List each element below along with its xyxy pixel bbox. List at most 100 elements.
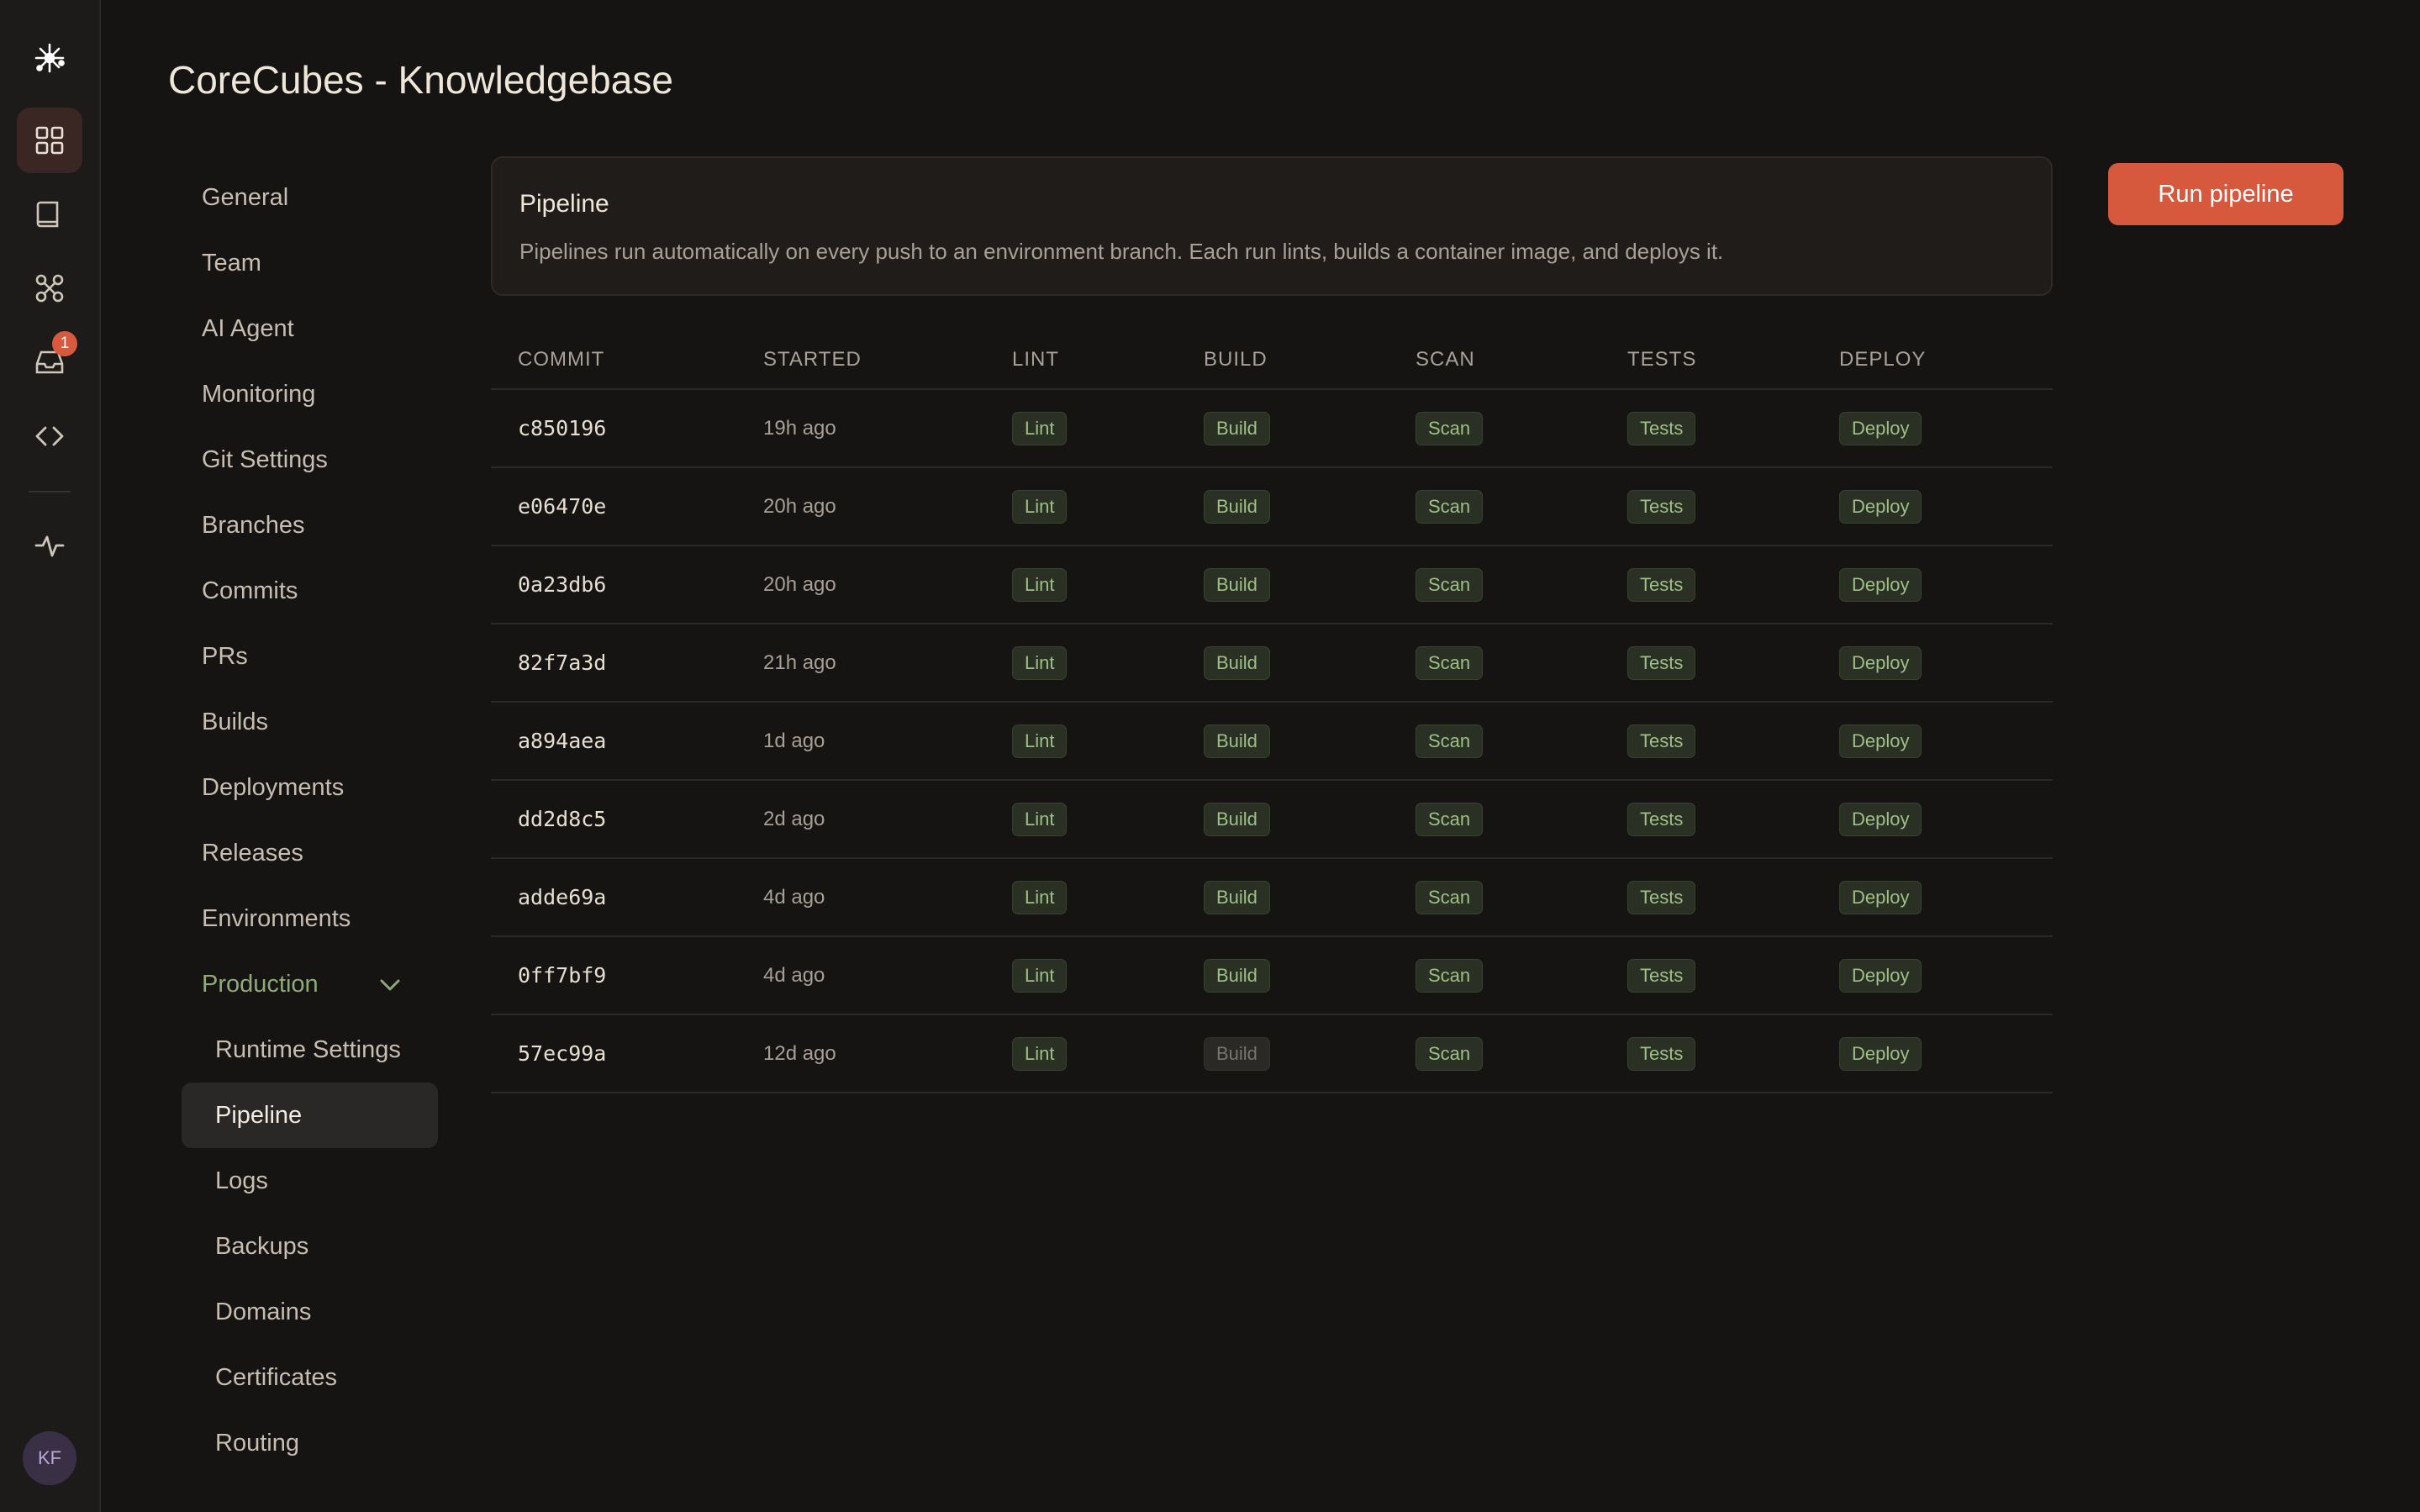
nav-item-label: Environments [202,904,351,932]
nav-item-runtime-settings[interactable]: Runtime Settings [182,1017,438,1083]
grid-icon[interactable] [17,108,82,173]
scan-status-badge: Scan [1416,645,1484,680]
scan-status-badge: Scan [1416,411,1484,445]
table-body: c850196 19h ago Lint Build Scan Tests Deploy e0… [491,390,2053,1093]
deploy-cell: Deploy [1839,859,1922,935]
scan-cell: Scan [1416,624,1484,701]
commit-hash[interactable]: dd2d8c5 [518,807,606,831]
nav-item-prs[interactable]: PRs [182,624,438,689]
nav-item-general[interactable]: General [182,165,438,230]
run-pipeline-button[interactable]: Run pipeline [2108,163,2344,225]
commit-cell: e06470e [518,468,606,545]
lint-cell: Lint [1012,937,1068,1014]
commit-cell: dd2d8c5 [518,781,606,857]
table-row[interactable]: e06470e 20h ago Lint Build Scan Tests Deploy [491,468,2053,546]
lint-cell: Lint [1012,781,1068,857]
commit-hash[interactable]: 82f7a3d [518,651,606,675]
scan-cell: Scan [1416,937,1484,1014]
scan-status-badge: Scan [1416,567,1484,602]
sparkle-logo-icon[interactable] [17,25,82,91]
nav-item-label: Team [202,249,261,277]
lint-status-badge: Lint [1012,724,1068,758]
table-row[interactable]: 57ec99a 12d ago Lint Build Scan Tests Deploy [491,1015,2053,1093]
build-status-badge: Build [1204,958,1270,993]
lint-status-badge: Lint [1012,645,1068,680]
page-title: CoreCubes - Knowledgebase [168,58,673,102]
nav-item-certificates[interactable]: Certificates [182,1345,438,1410]
nav-item-label: General [202,183,289,211]
build-status-badge: Build [1204,802,1270,836]
lint-cell: Lint [1012,703,1068,779]
table-row[interactable]: 0a23db6 20h ago Lint Build Scan Tests Deploy [491,546,2053,624]
nav-item-label: Backups [215,1232,309,1260]
commit-hash[interactable]: 0a23db6 [518,572,606,597]
nav-item-monitoring[interactable]: Monitoring [182,361,438,427]
deploy-cell: Deploy [1839,1015,1922,1092]
nav-item-label: Deployments [202,773,345,801]
commit-hash[interactable]: e06470e [518,494,606,519]
nav-item-backups[interactable]: Backups [182,1214,438,1279]
lint-cell: Lint [1012,1015,1068,1092]
nav-item-label: Domains [215,1298,312,1325]
code-icon[interactable] [17,403,82,469]
nav-item-team[interactable]: Team [182,230,438,296]
started-time: 4d ago [763,885,825,909]
deploy-status-badge: Deploy [1839,645,1922,680]
column-header-build: BUILD [1204,348,1268,371]
nav-item-ai-agent[interactable]: AI Agent [182,296,438,361]
table-row[interactable]: dd2d8c5 2d ago Lint Build Scan Tests Deploy [491,781,2053,859]
started-cell: 2d ago [763,781,825,857]
nav-item-branches[interactable]: Branches [182,493,438,558]
commit-hash[interactable]: adde69a [518,885,606,909]
table-row[interactable]: adde69a 4d ago Lint Build Scan Tests Deploy [491,859,2053,937]
tests-cell: Tests [1627,859,1696,935]
commit-hash[interactable]: 0ff7bf9 [518,963,606,988]
nav-item-deployments[interactable]: Deployments [182,755,438,820]
started-time: 21h ago [763,651,836,674]
nav-item-label: Logs [215,1167,268,1194]
nav-item-production[interactable]: Production [182,951,438,1017]
commit-hash[interactable]: 57ec99a [518,1041,606,1066]
build-status-badge: Build [1204,489,1270,524]
started-time: 2d ago [763,807,825,830]
build-status-badge: Build [1204,724,1270,758]
lint-status-badge: Lint [1012,880,1068,914]
integrations-icon[interactable] [17,256,82,321]
table-row[interactable]: 82f7a3d 21h ago Lint Build Scan Tests Deploy [491,624,2053,703]
scan-cell: Scan [1416,703,1484,779]
tests-status-badge: Tests [1627,880,1696,914]
table-row[interactable]: c850196 19h ago Lint Build Scan Tests Deploy [491,390,2053,468]
activity-icon[interactable] [17,513,82,578]
scan-status-badge: Scan [1416,489,1484,524]
nav-item-environments[interactable]: Environments [182,886,438,951]
nav-item-label: Monitoring [202,380,316,408]
tests-cell: Tests [1627,703,1696,779]
lint-cell: Lint [1012,859,1068,935]
lint-status-badge: Lint [1012,567,1068,602]
nav-item-commits[interactable]: Commits [182,558,438,624]
deploy-status-badge: Deploy [1839,489,1922,524]
nav-item-releases[interactable]: Releases [182,820,438,886]
nav-item-git-settings[interactable]: Git Settings [182,427,438,493]
tests-status-badge: Tests [1627,489,1696,524]
commit-hash[interactable]: c850196 [518,416,606,440]
avatar[interactable]: KF [23,1431,76,1485]
build-status-badge: Build [1204,567,1270,602]
chevron-down-icon[interactable] [377,972,403,998]
started-cell: 20h ago [763,546,836,623]
nav-item-pipeline[interactable]: Pipeline [182,1083,438,1148]
nav-item-domains[interactable]: Domains [182,1279,438,1345]
pipeline-info-card: Pipeline Pipelines run automatically on … [491,156,2053,296]
nav-item-label: AI Agent [202,314,294,342]
nav-item-logs[interactable]: Logs [182,1148,438,1214]
book-icon[interactable] [17,182,82,247]
table-row[interactable]: a894aea 1d ago Lint Build Scan Tests Deploy [491,703,2053,781]
nav-item-builds[interactable]: Builds [182,689,438,755]
commit-cell: 0ff7bf9 [518,937,606,1014]
inbox-icon[interactable]: 1 [17,329,82,395]
table-row[interactable]: 0ff7bf9 4d ago Lint Build Scan Tests Deploy [491,937,2053,1015]
nav-item-routing[interactable]: Routing [182,1410,438,1476]
nav-item-label: Commits [202,577,298,604]
deploy-cell: Deploy [1839,937,1922,1014]
commit-hash[interactable]: a894aea [518,729,606,753]
